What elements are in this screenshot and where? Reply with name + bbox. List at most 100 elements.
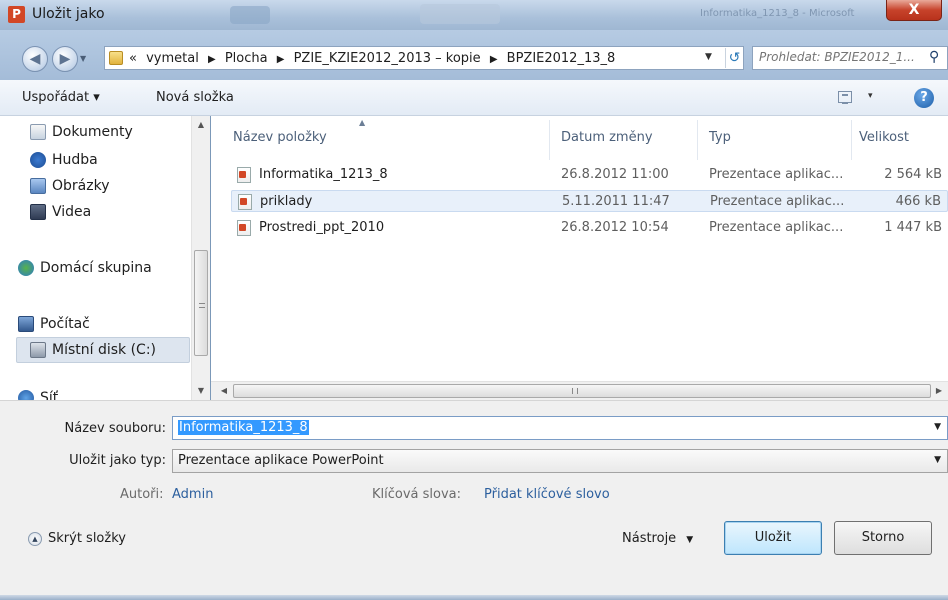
nav-item-label: Hudba — [52, 152, 98, 168]
local-disk-icon — [30, 342, 46, 358]
forward-button[interactable]: ▶ — [52, 46, 78, 72]
file-row[interactable]: Informatika_1213_8 26.8.2012 11:00 Preze… — [231, 164, 948, 186]
close-button[interactable]: X — [886, 0, 942, 21]
file-size: 466 kB — [895, 194, 941, 209]
nav-item-label: Síť — [40, 390, 59, 400]
powerpoint-file-icon — [237, 167, 251, 183]
chevron-down-icon[interactable]: ▼ — [934, 422, 941, 432]
file-date: 26.8.2012 11:00 — [561, 167, 669, 182]
file-size: 2 564 kB — [884, 167, 942, 182]
save-type-value: Prezentace aplikace PowerPoint — [178, 453, 384, 468]
refresh-icon[interactable]: ↺ — [725, 48, 743, 68]
homegroup-icon — [18, 260, 34, 276]
new-folder-button[interactable]: Nová složka — [156, 90, 234, 105]
organize-button[interactable]: Uspořádat ▾ — [22, 90, 100, 105]
music-icon — [30, 152, 46, 168]
background-window-title: Informatika_1213_8 - Microsoft — [700, 8, 855, 19]
scrollbar-thumb[interactable] — [233, 384, 931, 398]
filename-label: Název souboru: — [64, 421, 166, 436]
nav-item-label: Místní disk (C:) — [52, 342, 157, 358]
file-row[interactable]: priklady 5.11.2011 11:47 Prezentace apli… — [231, 190, 948, 212]
file-date: 5.11.2011 11:47 — [562, 194, 670, 209]
nav-item-label: Dokumenty — [52, 124, 133, 140]
column-header-date[interactable]: Datum změny — [561, 130, 653, 145]
breadcrumb-separator-icon[interactable]: ▶ — [277, 54, 285, 65]
authors-value[interactable]: Admin — [172, 487, 213, 502]
nav-item-computer[interactable]: Počítač — [18, 316, 90, 332]
breadcrumb-item[interactable]: Plocha — [225, 51, 268, 66]
search-icon[interactable]: ⚲ — [929, 49, 939, 65]
sort-ascending-icon: ▲ — [359, 118, 366, 127]
hide-folders-button[interactable]: ▲ Skrýt složky — [28, 531, 126, 546]
powerpoint-app-icon: P — [8, 6, 25, 23]
column-header-size[interactable]: Velikost — [859, 130, 909, 145]
cancel-button[interactable]: Storno — [834, 521, 932, 555]
column-header-name[interactable]: Název položky — [233, 130, 327, 145]
view-options-icon[interactable] — [838, 91, 852, 104]
file-type: Prezentace aplikac... — [709, 220, 844, 235]
recent-locations-dropdown[interactable]: ▼ — [80, 48, 86, 70]
chevron-up-icon: ▲ — [28, 531, 42, 546]
nav-item-homegroup[interactable]: Domácí skupina — [18, 260, 152, 276]
network-icon — [18, 390, 34, 400]
nav-item-label: Domácí skupina — [40, 260, 152, 276]
title-bar: Informatika_1213_8 - Microsoft P Uložit … — [0, 0, 948, 30]
address-bar[interactable]: « vymetal ▶ Plocha ▶ PZIE_KZIE2012_2013 … — [104, 46, 744, 70]
nav-item-music[interactable]: Hudba — [30, 152, 98, 168]
nav-item-local-disk[interactable]: Místní disk (C:) — [30, 342, 156, 358]
horizontal-scrollbar[interactable]: ◀ ▶ — [211, 381, 948, 400]
keywords-value[interactable]: Přidat klíčové slovo — [484, 487, 610, 502]
column-divider[interactable] — [851, 120, 852, 160]
hide-folders-label: Skrýt složky — [48, 531, 126, 546]
background-blur — [420, 4, 500, 24]
grip-icon — [572, 388, 578, 394]
filename-field[interactable]: Informatika_1213_8 ▼ — [172, 416, 948, 440]
nav-item-label: Počítač — [40, 316, 90, 332]
chevron-down-icon[interactable]: ▼ — [934, 455, 941, 465]
breadcrumb-item[interactable]: BPZIE2012_13_8 — [507, 51, 616, 66]
breadcrumb-item[interactable]: PZIE_KZIE2012_2013 – kopie — [294, 51, 481, 66]
column-divider[interactable] — [697, 120, 698, 160]
save-button[interactable]: Uložit — [724, 521, 822, 555]
file-type: Prezentace aplikac... — [710, 194, 845, 209]
nav-item-pictures[interactable]: Obrázky — [30, 178, 109, 194]
scroll-up-icon[interactable]: ▲ — [192, 116, 210, 134]
address-dropdown-icon[interactable]: ▼ — [705, 52, 712, 62]
pictures-icon — [30, 178, 46, 194]
scroll-left-icon[interactable]: ◀ — [215, 382, 233, 400]
chevron-down-icon: ▼ — [686, 535, 694, 545]
nav-item-label: Videa — [52, 204, 92, 220]
scroll-right-icon[interactable]: ▶ — [930, 382, 948, 400]
filename-input[interactable]: Informatika_1213_8 — [178, 420, 309, 435]
save-type-label: Uložit jako typ: — [69, 453, 166, 468]
file-name: Prostredi_ppt_2010 — [259, 220, 385, 235]
breadcrumb-overflow[interactable]: « — [129, 51, 137, 66]
navigation-pane: Dokumenty Hudba Obrázky Videa Domácí sku… — [0, 116, 210, 400]
tools-menu-button[interactable]: Nástroje ▼ — [622, 531, 693, 546]
breadcrumb-separator-icon[interactable]: ▶ — [208, 54, 216, 65]
breadcrumb-item[interactable]: vymetal — [146, 51, 199, 66]
nav-item-network[interactable]: Síť — [18, 390, 58, 400]
file-list: ▲ Název položky Datum změny Typ Velikost… — [211, 116, 948, 400]
grip-icon — [199, 303, 205, 308]
file-size: 1 447 kB — [884, 220, 942, 235]
nav-item-documents[interactable]: Dokumenty — [30, 124, 133, 140]
back-button[interactable]: ◀ — [22, 46, 48, 72]
breadcrumb-separator-icon[interactable]: ▶ — [490, 54, 498, 65]
computer-icon — [18, 316, 34, 332]
column-header-type[interactable]: Typ — [709, 130, 731, 145]
search-box[interactable]: ⚲ — [752, 46, 948, 70]
help-icon[interactable]: ? — [914, 88, 934, 108]
scrollbar-thumb[interactable] — [194, 250, 208, 356]
search-input[interactable] — [759, 50, 923, 64]
scroll-down-icon[interactable]: ▼ — [192, 382, 210, 400]
window-title: Uložit jako — [32, 6, 105, 22]
column-divider[interactable] — [549, 120, 550, 160]
view-dropdown-icon[interactable]: ▾ — [868, 91, 873, 101]
save-type-select[interactable]: Prezentace aplikace PowerPoint ▼ — [172, 449, 948, 473]
save-options-panel: Název souboru: Informatika_1213_8 ▼ Ulož… — [0, 400, 948, 600]
nav-item-videos[interactable]: Videa — [30, 204, 91, 220]
file-row[interactable]: Prostredi_ppt_2010 26.8.2012 10:54 Preze… — [231, 217, 948, 239]
nav-scrollbar[interactable]: ▲ ▼ — [191, 116, 210, 400]
nav-item-label: Obrázky — [52, 178, 110, 194]
